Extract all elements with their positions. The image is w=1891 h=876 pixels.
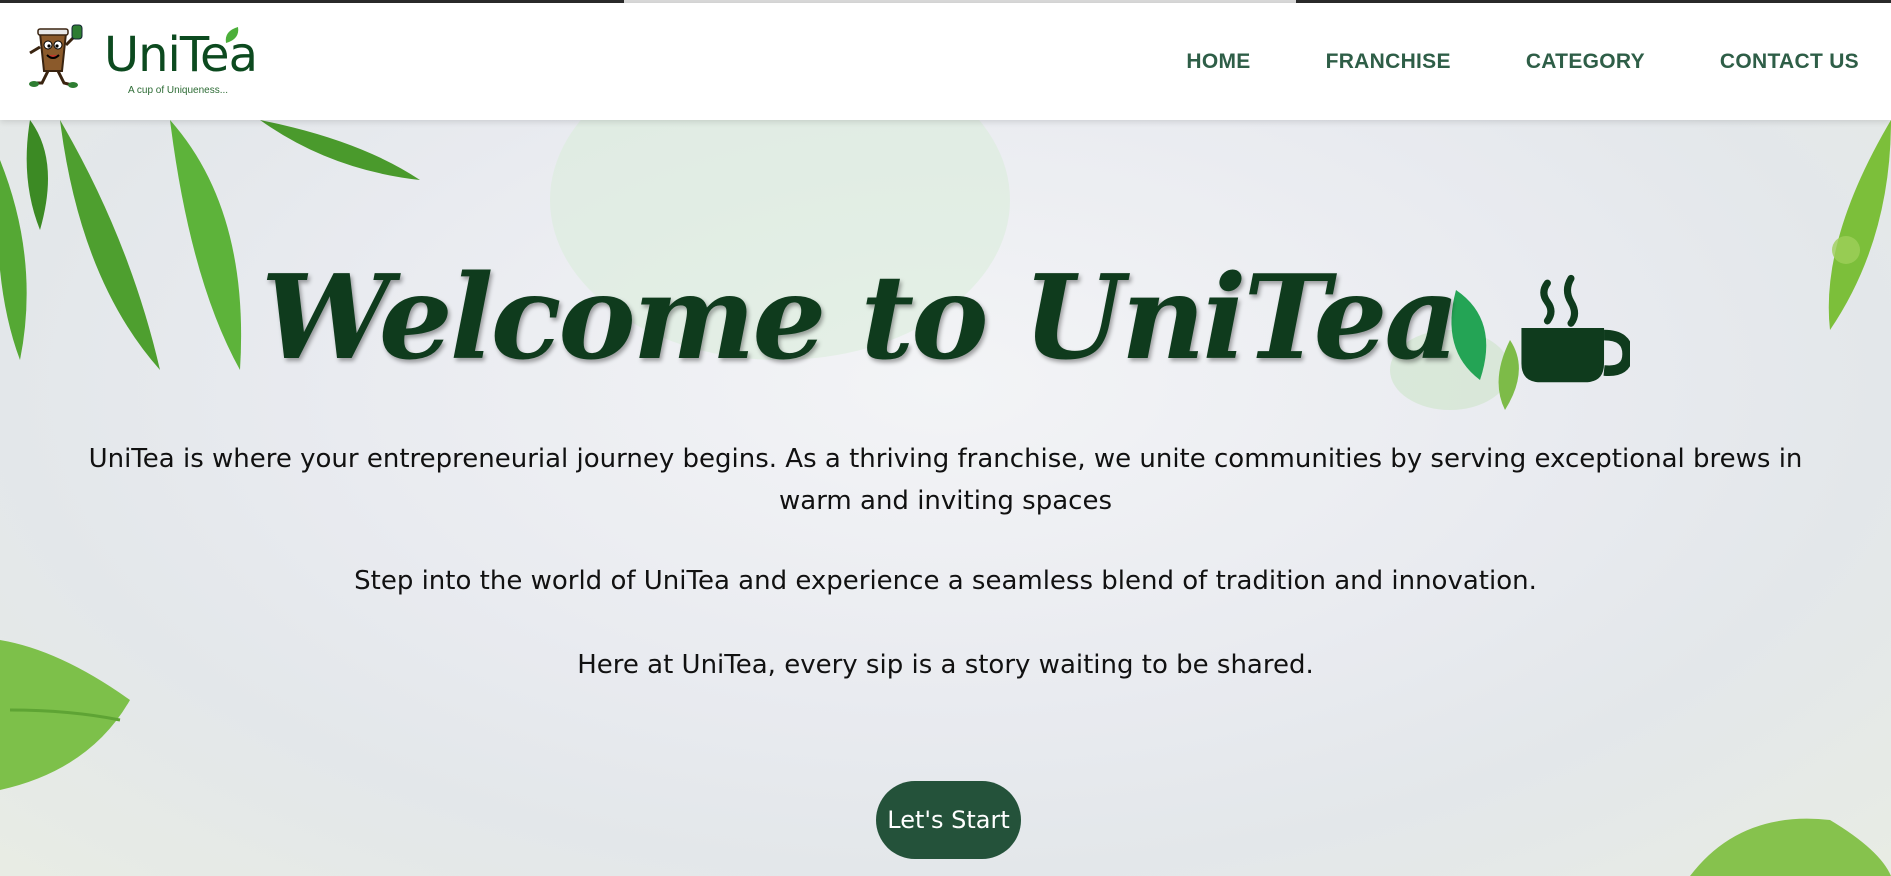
- hero-paragraph-sip: Here at UniTea, every sip is a story wai…: [577, 650, 1314, 680]
- hero-section: Welcome to UniTea UniTea is where your e…: [0, 120, 1891, 876]
- hero-title-text: Welcome to UniTea: [261, 250, 1459, 386]
- site-header: UniTea A cup of Uniqueness... HOME FRANC…: [0, 3, 1891, 120]
- lets-start-button[interactable]: Let's Start: [876, 781, 1021, 859]
- nav-home[interactable]: HOME: [1186, 50, 1250, 74]
- coffee-cup-icon: [1521, 274, 1630, 383]
- main-nav: HOME FRANCHISE CATEGORY CONTACT US: [1111, 3, 1859, 120]
- nav-contact-us[interactable]: CONTACT US: [1720, 50, 1859, 74]
- hero-title: Welcome to UniTea: [0, 250, 1891, 387]
- brand-logo[interactable]: UniTea A cup of Uniqueness...: [26, 21, 266, 101]
- nav-franchise[interactable]: FRANCHISE: [1326, 50, 1451, 74]
- tea-cup-mascot-icon: [29, 24, 83, 88]
- brand-tagline: A cup of Uniqueness...: [128, 85, 229, 96]
- hero-paragraph-intro: UniTea is where your entrepreneurial jou…: [88, 444, 1803, 516]
- hero-paragraph-step: Step into the world of UniTea and experi…: [354, 566, 1537, 596]
- nav-category[interactable]: CATEGORY: [1526, 50, 1645, 74]
- leaf-icon: [225, 27, 239, 43]
